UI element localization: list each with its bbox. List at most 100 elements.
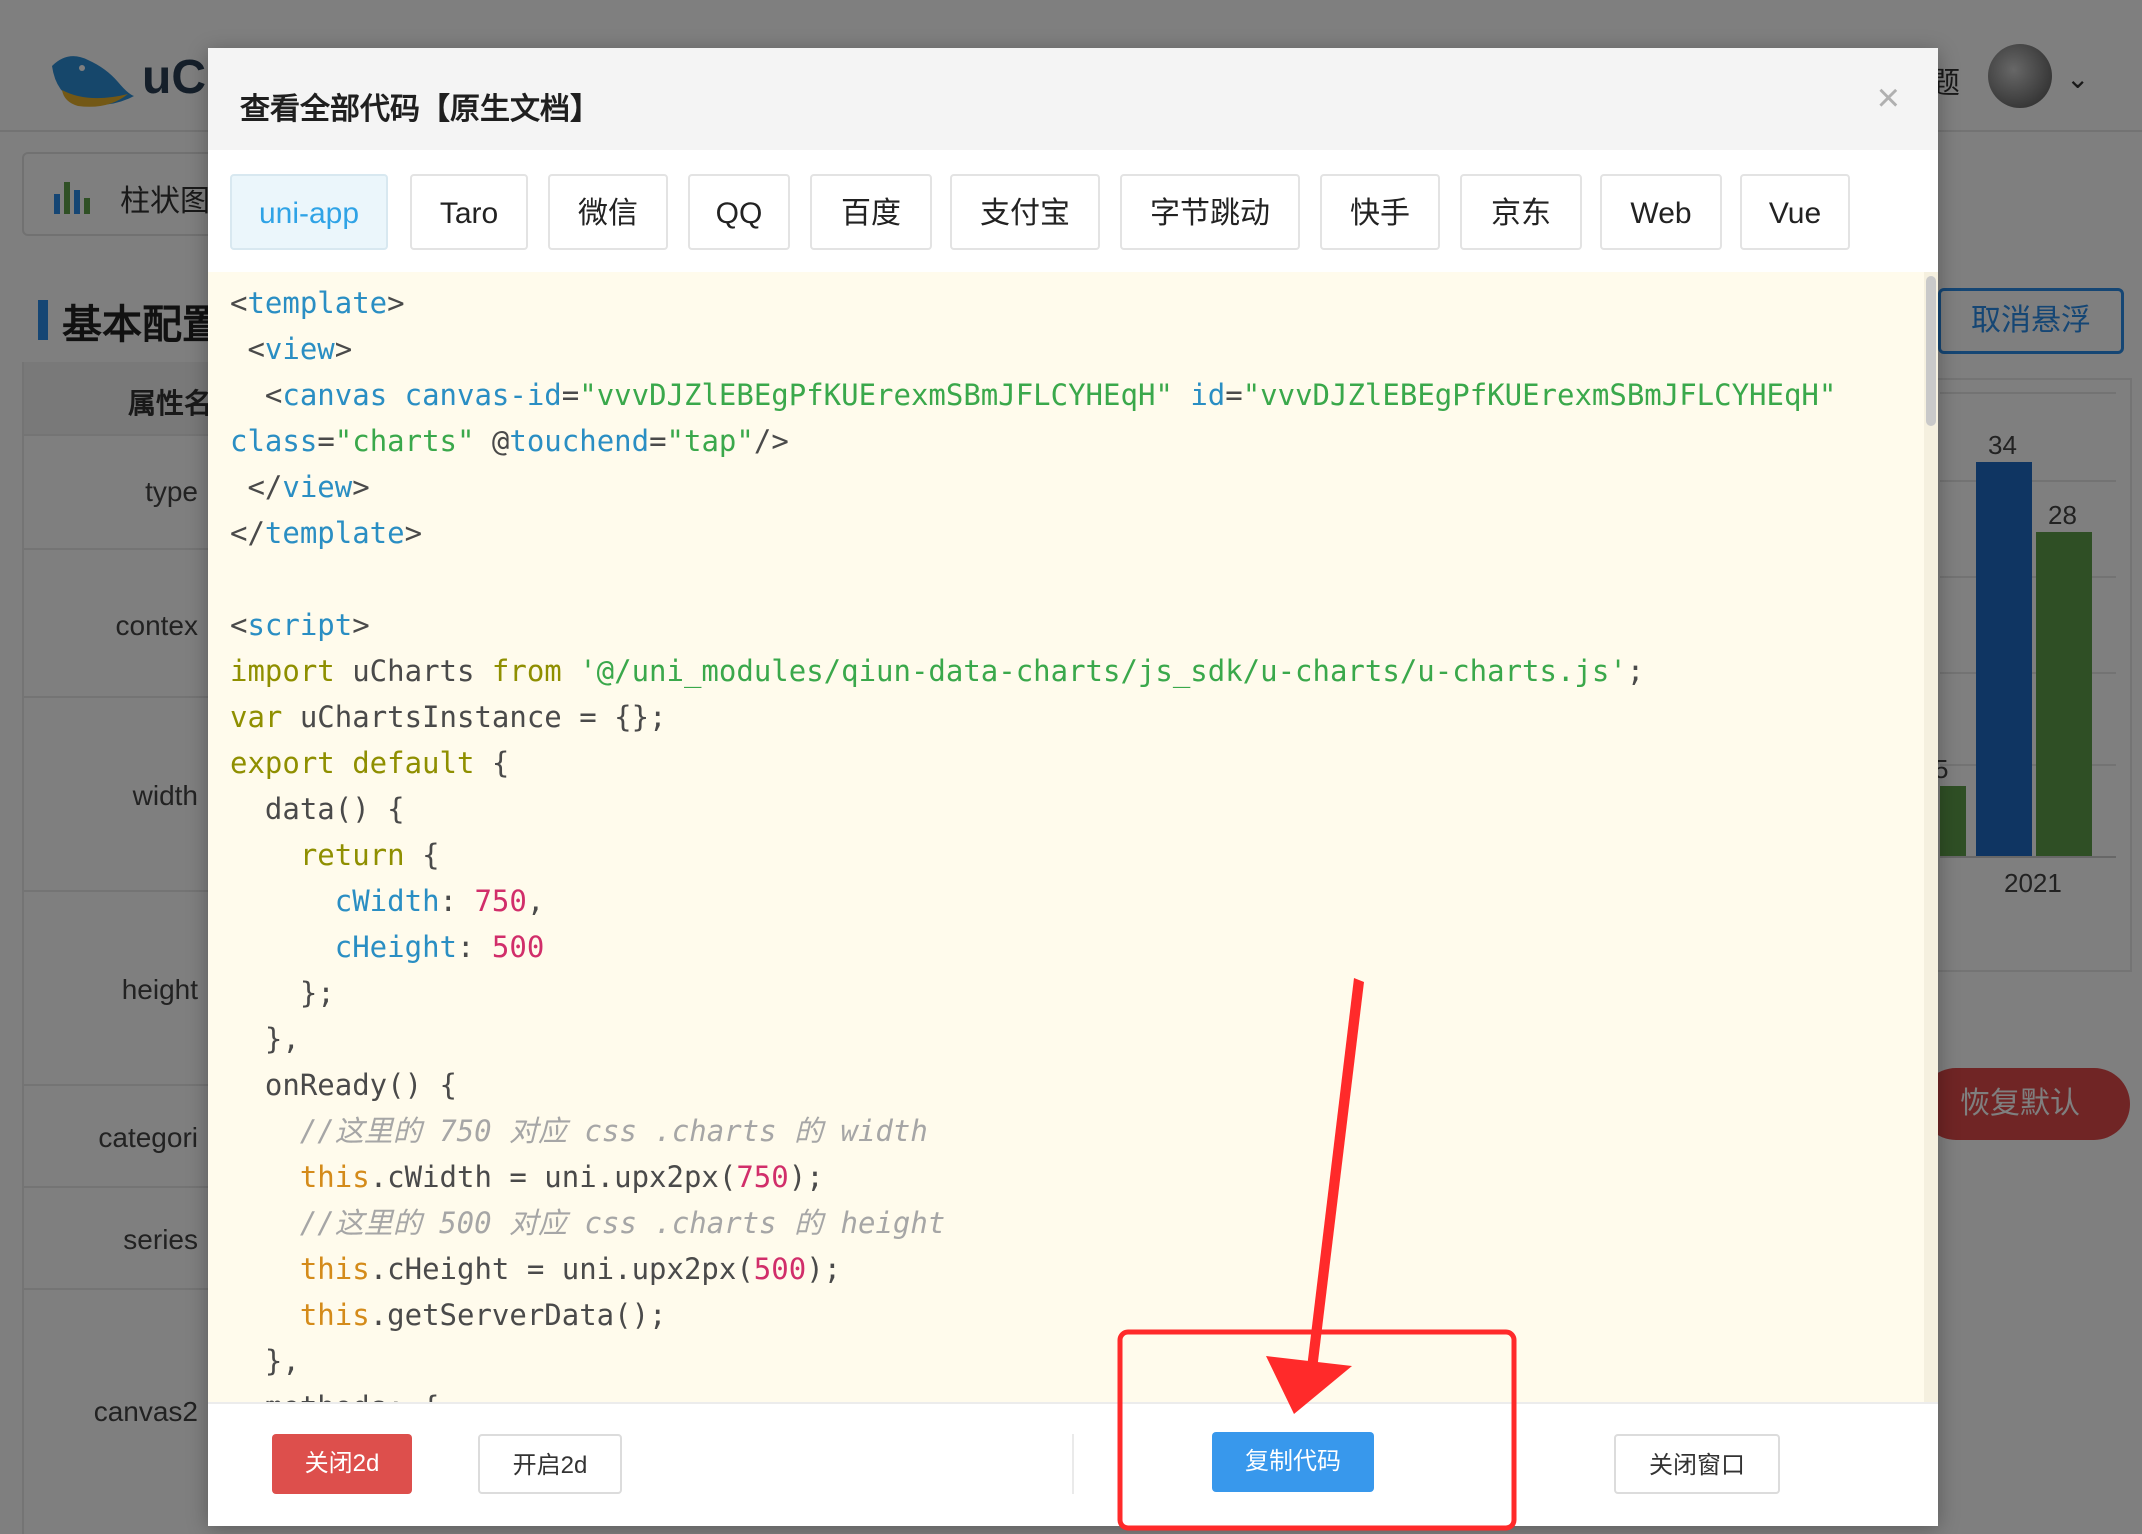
code-token: > <box>387 286 405 320</box>
code-token: < <box>230 286 248 320</box>
code-token: onReady() { <box>230 1068 457 1102</box>
code-token: cHeight <box>334 930 457 964</box>
tab-vue[interactable]: Vue <box>1740 174 1850 250</box>
code-line: }, <box>230 1016 1938 1062</box>
code-scrollbar-thumb[interactable] <box>1926 276 1936 426</box>
code-line: cHeight: 500 <box>230 924 1938 970</box>
code-token: canvas-id <box>404 378 562 412</box>
code-token: cWidth <box>334 884 440 918</box>
code-token: template <box>264 516 405 550</box>
code-token: var <box>230 700 283 734</box>
code-token: = <box>649 424 667 458</box>
code-token: @ <box>474 424 510 458</box>
code-token: }, <box>230 1022 300 1056</box>
code-token: "tap" <box>666 424 754 458</box>
close-icon[interactable]: × <box>1877 78 1900 118</box>
code-viewer-modal: 查看全部代码【原生文档】 × uni-app Taro 微信 QQ 百度 支付宝… <box>208 48 1938 1526</box>
code-line: class="charts" @touchend="tap"/> <box>230 418 1938 464</box>
code-token: from <box>491 654 562 688</box>
code-token: return <box>299 838 405 872</box>
code-token: .getServerData(); <box>369 1298 667 1332</box>
close-window-button[interactable]: 关闭窗口 <box>1614 1434 1780 1494</box>
code-token: .cWidth = uni.upx2px( <box>369 1160 737 1194</box>
code-line: //这里的 500 对应 css .charts 的 height <box>230 1200 1938 1246</box>
code-token: ; <box>1626 654 1645 688</box>
code-token: </ <box>230 470 283 504</box>
code-line: export default { <box>230 740 1938 786</box>
code-token: /> <box>753 424 789 458</box>
code-line: }, <box>230 1338 1938 1384</box>
code-token: uChartsInstance = {}; <box>282 700 667 734</box>
code-token: class <box>230 424 318 458</box>
close-2d-button[interactable]: 关闭2d <box>272 1434 412 1494</box>
code-line: import uCharts from '@/uni_modules/qiun-… <box>230 648 1938 694</box>
code-token: import <box>230 654 335 688</box>
modal-header: 查看全部代码【原生文档】 × <box>208 48 1938 150</box>
code-line: cWidth: 750, <box>230 878 1938 924</box>
code-token: , <box>526 884 545 918</box>
tab-uni-app[interactable]: uni-app <box>230 174 388 250</box>
code-line: <view> <box>230 326 1938 372</box>
code-line: var uChartsInstance = {}; <box>230 694 1938 740</box>
code-token: export default <box>230 746 475 780</box>
tab-taro[interactable]: Taro <box>410 174 528 250</box>
open-2d-button[interactable]: 开启2d <box>478 1434 622 1494</box>
tab-qq[interactable]: QQ <box>688 174 790 250</box>
code-token: }, <box>230 1344 300 1378</box>
tab-alipay[interactable]: 支付宝 <box>950 174 1100 250</box>
code-token: 500 <box>753 1252 807 1286</box>
code-token: < <box>230 378 283 412</box>
code-token: = <box>1225 378 1243 412</box>
tab-jd[interactable]: 京东 <box>1460 174 1582 250</box>
code-line: }; <box>230 970 1938 1016</box>
code-block[interactable]: <template> <view> <canvas canvas-id="vvv… <box>208 272 1938 1452</box>
code-token: this <box>299 1298 370 1332</box>
code-token: template <box>247 286 388 320</box>
code-token: data() { <box>230 792 405 826</box>
code-token: uCharts <box>334 654 492 688</box>
copy-code-button[interactable]: 复制代码 <box>1212 1432 1374 1492</box>
tab-baidu[interactable]: 百度 <box>810 174 932 250</box>
code-token: < <box>230 608 248 642</box>
code-token: script <box>247 608 353 642</box>
code-token: </ <box>230 516 265 550</box>
code-token: "vvvDJZlEBEgPfKUErexmSBmJFLCYHEqH" <box>1242 378 1837 412</box>
tab-web[interactable]: Web <box>1600 174 1722 250</box>
code-token: this <box>299 1252 370 1286</box>
code-token: > <box>352 470 370 504</box>
code-token: touchend <box>509 424 650 458</box>
modal-footer: 关闭2d 开启2d 复制代码 关闭窗口 <box>208 1402 1938 1526</box>
tab-kuaishou[interactable]: 快手 <box>1320 174 1440 250</box>
code-token: = <box>561 378 580 412</box>
code-line: this.cHeight = uni.upx2px(500); <box>230 1246 1938 1292</box>
code-line: this.getServerData(); <box>230 1292 1938 1338</box>
code-content[interactable]: <template> <view> <canvas canvas-id="vvv… <box>208 272 1938 1430</box>
code-token: "vvvDJZlEBEgPfKUErexmSBmJFLCYHEqH" <box>579 378 1173 412</box>
tab-wechat[interactable]: 微信 <box>548 174 668 250</box>
code-scrollbar[interactable] <box>1924 272 1938 1452</box>
code-token: //这里的 500 对应 css .charts 的 height <box>299 1206 946 1240</box>
code-line: <script> <box>230 602 1938 648</box>
code-token: .cHeight = uni.upx2px( <box>369 1252 754 1286</box>
code-line: <canvas canvas-id="vvvDJZlEBEgPfKUErexmS… <box>230 372 1938 418</box>
code-line: return { <box>230 832 1938 878</box>
code-token: }; <box>230 976 335 1010</box>
modal-title: 查看全部代码【原生文档】 <box>240 93 600 126</box>
code-line: data() { <box>230 786 1938 832</box>
code-token: > <box>404 516 423 550</box>
code-token: 500 <box>491 930 545 964</box>
tab-bytedance[interactable]: 字节跳动 <box>1120 174 1300 250</box>
code-token: ); <box>788 1160 824 1194</box>
code-token: { <box>474 746 510 780</box>
